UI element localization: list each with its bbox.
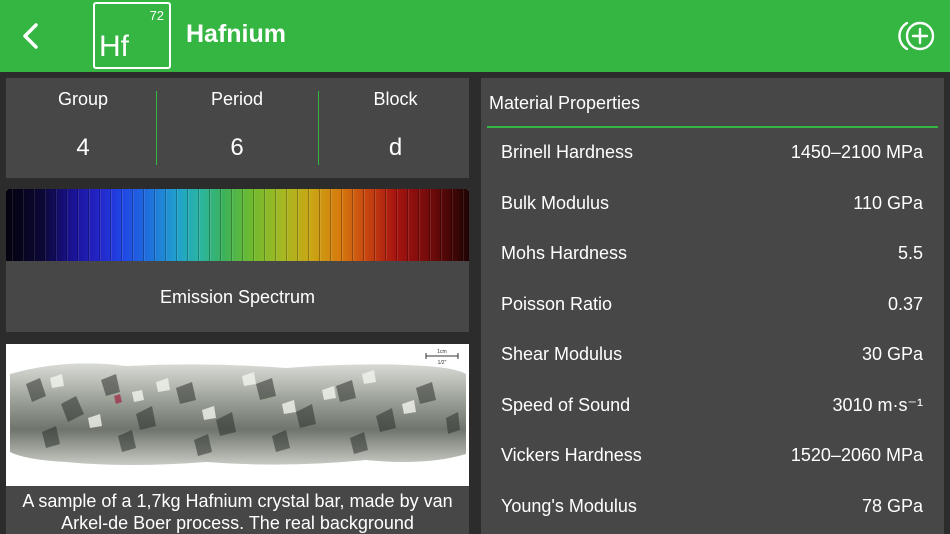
property-name: Poisson Ratio (501, 294, 613, 314)
property-value: 1450–2100 MPa (790, 142, 923, 162)
property-value: 0.37 (887, 294, 923, 314)
property-value: 110 GPa (853, 193, 923, 213)
property-value: 3010 m·s⁻¹ (832, 395, 923, 415)
atomic-number: 72 (149, 8, 164, 23)
property-value: 5.5 (897, 243, 923, 263)
spectrum-lines (6, 189, 469, 261)
property-name: Young's Modulus (501, 496, 637, 516)
period-cell: Period 6 (160, 78, 314, 178)
classification-panel: Group 4 Period 6 Block d (6, 78, 469, 178)
block-label: Block (373, 89, 418, 109)
element-symbol: Hf (99, 30, 129, 63)
property-name: Mohs Hardness (501, 243, 628, 263)
property-name: Vickers Hardness (501, 445, 642, 465)
element-tile: 72 Hf (93, 2, 171, 69)
add-circle-icon (898, 21, 935, 51)
material-properties-title: Material Properties (489, 93, 641, 113)
period-label: Period (210, 89, 264, 109)
property-value: 30 GPa (861, 344, 923, 364)
property-value: 1520–2060 MPa (790, 445, 923, 465)
property-value: 78 GPa (861, 496, 923, 516)
property-name: Speed of Sound (501, 395, 631, 415)
block-value: d (388, 134, 403, 161)
period-value: 6 (230, 134, 244, 161)
group-cell: Group 4 (6, 78, 160, 178)
scale-bar-top-label: 1cm (437, 349, 446, 355)
add-button[interactable] (898, 20, 938, 52)
property-row[interactable]: Mohs Hardness 5.5 (481, 229, 944, 279)
element-name: Hafnium (186, 20, 286, 48)
crystal-bar-image: 1cm 1/2" (10, 349, 466, 465)
divider (318, 91, 319, 165)
spectrum-caption: Emission Spectrum (159, 287, 316, 307)
property-row[interactable]: Brinell Hardness 1450–2100 MPa (481, 128, 944, 178)
emission-spectrum-card[interactable]: Emission Spectrum (6, 189, 469, 332)
property-row[interactable]: Shear Modulus 30 GPa (481, 330, 944, 380)
property-row[interactable]: Vickers Hardness 1520–2060 MPa (481, 431, 944, 481)
divider (156, 91, 157, 165)
emission-spectrum-image (6, 189, 469, 261)
property-name: Brinell Hardness (501, 142, 634, 162)
property-row[interactable]: Young's Modulus 78 GPa (481, 482, 944, 532)
material-properties-card: Material Properties Brinell Hardness 145… (481, 78, 944, 534)
chevron-left-icon (23, 23, 38, 49)
group-value: 4 (76, 134, 90, 161)
property-row[interactable]: Bulk Modulus 110 GPa (481, 179, 944, 229)
sample-photo: 1cm 1/2" (6, 344, 469, 486)
property-name: Shear Modulus (501, 344, 623, 364)
group-label: Group (57, 89, 109, 109)
property-row[interactable]: Speed of Sound 3010 m·s⁻¹ (481, 381, 944, 431)
top-bar: 72 Hf Hafnium (0, 0, 950, 72)
property-name: Bulk Modulus (501, 193, 610, 213)
sample-photo-card[interactable]: 1cm 1/2" A sample of a 1,7kg Hafnium cry… (6, 344, 469, 534)
scale-bar-bottom-label: 1/2" (438, 360, 447, 366)
sample-caption: A sample of a 1,7kg Hafnium crystal bar,… (22, 491, 453, 533)
property-row[interactable]: Poisson Ratio 0.37 (481, 280, 944, 330)
back-button[interactable] (14, 18, 48, 54)
block-cell: Block d (322, 78, 469, 178)
